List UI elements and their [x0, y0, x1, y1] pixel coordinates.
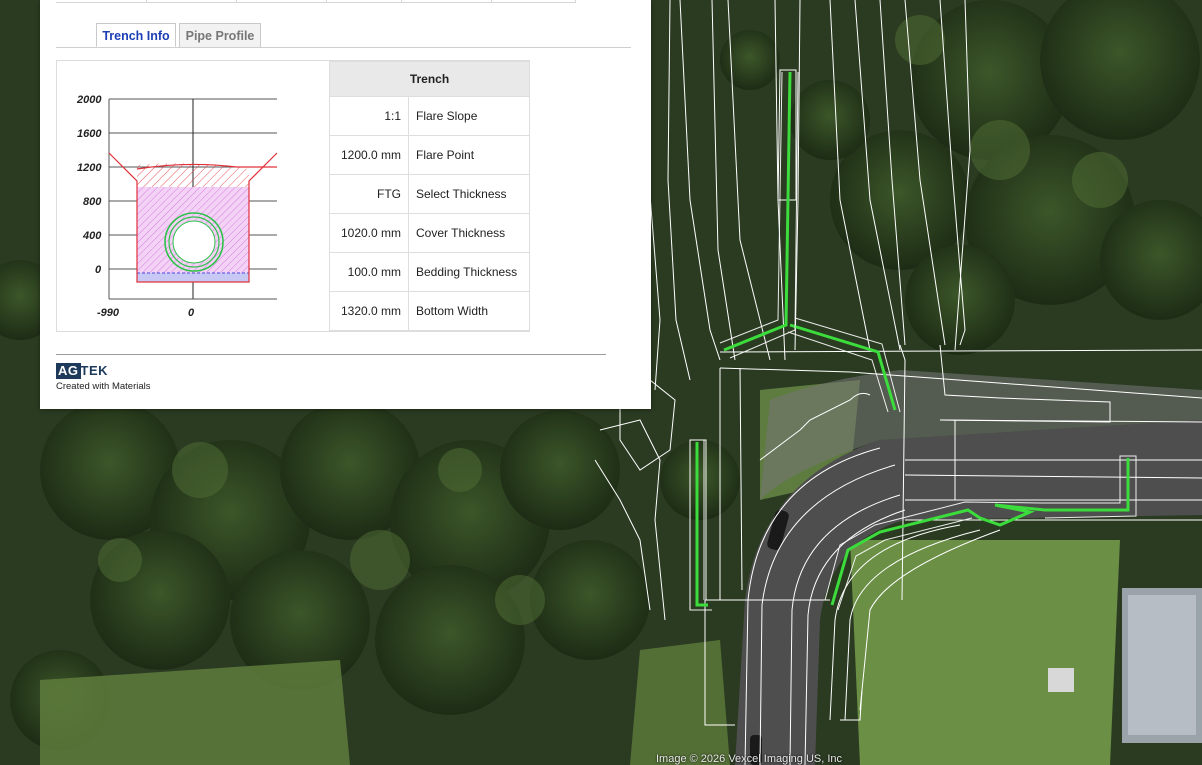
- table-row: 1200.0 mm Flare Point: [329, 135, 530, 175]
- trench-info-panel: Trench Info Pipe Profile 2000 1600 1200 …: [40, 0, 651, 409]
- bedding-zone: [137, 273, 249, 282]
- flare-slope-label: Flare Slope: [408, 96, 530, 136]
- pipe-inner: [172, 220, 216, 264]
- flare-point-value: 1200.0 mm: [329, 135, 409, 175]
- tab-trench-info[interactable]: Trench Info: [96, 23, 176, 47]
- select-thickness-value: FTG: [329, 174, 409, 214]
- y-tick-0: 0: [95, 264, 102, 276]
- bedding-thickness-label: Bedding Thickness: [408, 252, 530, 292]
- tab-divider: [56, 47, 631, 48]
- y-tick-1600: 1600: [77, 128, 102, 140]
- table-row: FTG Select Thickness: [329, 174, 530, 214]
- previous-table-edge: [56, 0, 576, 3]
- table-row: 1320.0 mm Bottom Width: [329, 291, 530, 331]
- bottom-width-value: 1320.0 mm: [329, 291, 409, 331]
- table-row: 1:1 Flare Slope: [329, 96, 530, 136]
- y-tick-800: 800: [83, 196, 102, 208]
- cover-thickness-value: 1020.0 mm: [329, 213, 409, 253]
- logo-subtitle: Created with Materials: [56, 381, 151, 392]
- table-row: 100.0 mm Bedding Thickness: [329, 252, 530, 292]
- bedding-thickness-value: 100.0 mm: [329, 252, 409, 292]
- y-tick-1200: 1200: [77, 162, 102, 174]
- x-tick-minus-990: -990: [97, 307, 120, 319]
- flare-slope-value: 1:1: [329, 96, 409, 136]
- y-tick-400: 400: [82, 230, 102, 242]
- agtek-logo: AG TEK Created with Materials: [56, 362, 151, 392]
- y-tick-2000: 2000: [76, 94, 102, 106]
- trench-content: 2000 1600 1200 800 400 0 -990 0 Trench 1…: [56, 60, 530, 332]
- trench-cross-section-diagram: 2000 1600 1200 800 400 0 -990 0: [76, 94, 278, 319]
- x-tick-0: 0: [188, 307, 195, 319]
- map-credit: Image © 2026 Vexcel Imaging US, Inc: [656, 753, 843, 765]
- cover-thickness-label: Cover Thickness: [408, 213, 530, 253]
- tab-pipe-profile[interactable]: Pipe Profile: [179, 23, 261, 47]
- select-thickness-label: Select Thickness: [408, 174, 530, 214]
- footer-divider: [56, 354, 606, 355]
- table-header: Trench: [329, 61, 530, 97]
- bottom-width-label: Bottom Width: [408, 291, 530, 331]
- logo-text: TEK: [80, 363, 108, 378]
- table-row: 1020.0 mm Cover Thickness: [329, 213, 530, 253]
- flare-point-label: Flare Point: [408, 135, 530, 175]
- trench-properties-table: Trench 1:1 Flare Slope 1200.0 mm Flare P…: [329, 61, 530, 331]
- logo-mark: AG: [56, 363, 81, 379]
